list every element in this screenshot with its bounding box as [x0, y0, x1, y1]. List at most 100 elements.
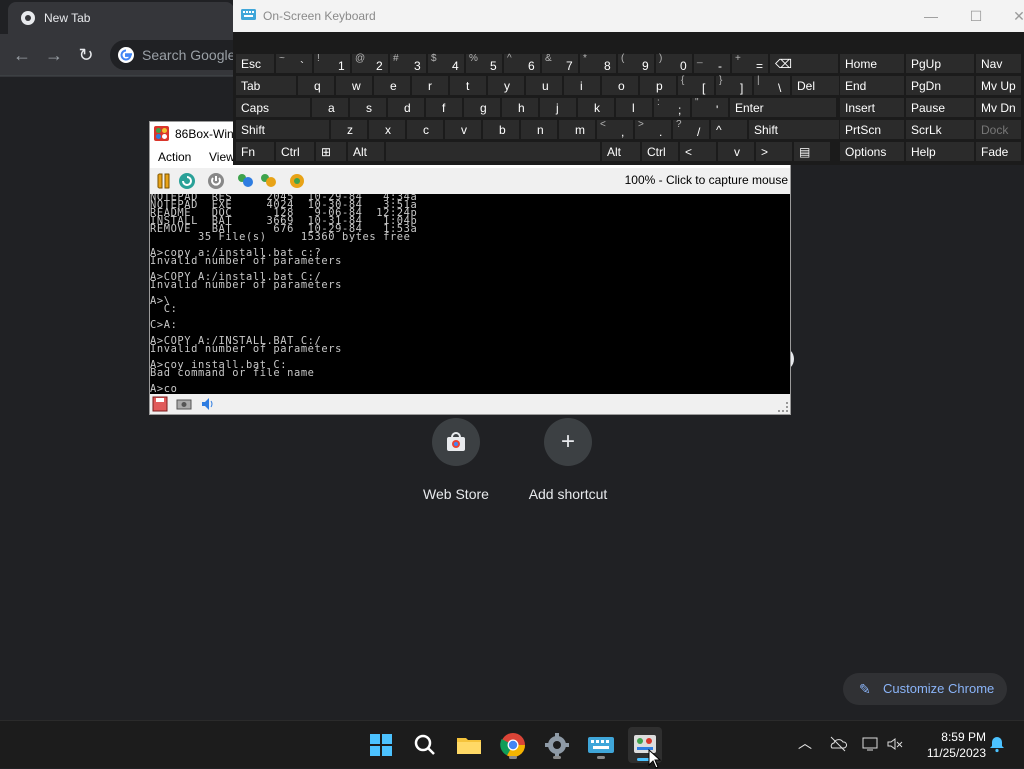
osk-key[interactable]: }]: [715, 75, 753, 96]
osk-key[interactable]: _ -: [693, 53, 731, 74]
settings-gear-icon[interactable]: [288, 172, 306, 190]
osk-nav-key[interactable]: Insert: [839, 97, 905, 118]
osk-key[interactable]: b: [482, 119, 520, 140]
osk-key[interactable]: ^: [710, 119, 748, 140]
tab-new-tab[interactable]: New Tab: [8, 2, 234, 34]
osk-titlebar[interactable]: On-Screen Keyboard — ☐ ✕: [233, 0, 1024, 32]
osk-key[interactable]: [385, 141, 601, 162]
osk-key[interactable]: r: [411, 75, 449, 96]
osk-key[interactable]: ) 0: [655, 53, 693, 74]
osk-key[interactable]: t: [449, 75, 487, 96]
chevron-up-icon[interactable]: ︿: [798, 733, 812, 753]
osk-key[interactable]: Ctrl: [641, 141, 679, 162]
osk-nav-key[interactable]: Help: [905, 141, 975, 162]
osk-nav-key[interactable]: Dock: [975, 119, 1022, 140]
osk-key[interactable]: f: [425, 97, 463, 118]
osk-key[interactable]: Shift: [235, 119, 330, 140]
chrome-taskbar-item[interactable]: [497, 729, 529, 761]
osk-nav-key[interactable]: Fade: [975, 141, 1022, 162]
osk-taskbar-item[interactable]: [585, 729, 617, 761]
osk-key[interactable]: ⌫: [769, 53, 839, 74]
osk-key[interactable]: <,: [596, 119, 634, 140]
osk-key[interactable]: ! 1: [313, 53, 351, 74]
osk-key[interactable]: $4: [427, 53, 465, 74]
osk-key[interactable]: j: [539, 97, 577, 118]
close-icon[interactable]: ✕: [1009, 6, 1024, 26]
osk-key[interactable]: ? /: [672, 119, 710, 140]
osk-key[interactable]: ^ 6: [503, 53, 541, 74]
osk-key[interactable]: @2: [351, 53, 389, 74]
osk-nav-key[interactable]: PgDn: [905, 75, 975, 96]
osk-key[interactable]: g: [463, 97, 501, 118]
osk-nav-key[interactable]: Mv Up: [975, 75, 1022, 96]
osk-key[interactable]: * 8: [579, 53, 617, 74]
osk-key[interactable]: (9: [617, 53, 655, 74]
reload-icon[interactable]: ↻: [74, 43, 98, 67]
osk-key[interactable]: <: [679, 141, 717, 162]
volume-muted-icon[interactable]: [886, 735, 904, 753]
osk-key[interactable]: >.: [634, 119, 672, 140]
osk-key[interactable]: % 5: [465, 53, 503, 74]
osk-key[interactable]: + =: [731, 53, 769, 74]
osk-key[interactable]: & 7: [541, 53, 579, 74]
osk-nav-key[interactable]: Pause: [905, 97, 975, 118]
file-explorer-icon[interactable]: [453, 729, 485, 761]
osk-key[interactable]: Alt: [601, 141, 641, 162]
osk-key[interactable]: y: [487, 75, 525, 96]
emulator-screen[interactable]: NOTEPAD RES 2045 10-29-84 4:34a NOTEPAD …: [150, 194, 790, 394]
floppy-drive-icon[interactable]: [152, 396, 168, 412]
osk-key[interactable]: ⊞: [315, 141, 347, 162]
onedrive-icon[interactable]: [829, 735, 847, 753]
osk-key[interactable]: v: [717, 141, 755, 162]
osk-nav-key[interactable]: PrtScn: [839, 119, 905, 140]
forward-icon[interactable]: →: [42, 43, 66, 67]
power-icon[interactable]: [207, 172, 225, 190]
osk-key[interactable]: k: [577, 97, 615, 118]
osk-key[interactable]: n: [520, 119, 558, 140]
start-icon[interactable]: [365, 729, 397, 761]
osk-key[interactable]: Tab: [235, 75, 297, 96]
customize-chrome-button[interactable]: ✎ Customize Chrome: [843, 673, 1007, 705]
osk-key[interactable]: s: [349, 97, 387, 118]
clock[interactable]: 8:59 PM 11/25/2023: [916, 729, 986, 761]
osk-key[interactable]: Ctrl: [275, 141, 315, 162]
osk-key[interactable]: ~ `: [275, 53, 313, 74]
osk-key[interactable]: e: [373, 75, 411, 96]
osk-key[interactable]: | \: [753, 75, 791, 96]
search-icon[interactable]: [409, 729, 441, 761]
back-icon[interactable]: ←: [10, 43, 34, 67]
osk-key[interactable]: w: [335, 75, 373, 96]
osk-key[interactable]: c: [406, 119, 444, 140]
minimize-icon[interactable]: —: [921, 6, 941, 26]
resize-grip[interactable]: [778, 402, 788, 412]
shortcut-add[interactable]: + Add shortcut: [513, 418, 623, 502]
osk-nav-key[interactable]: Home: [839, 53, 905, 74]
osk-key[interactable]: :;: [653, 97, 691, 118]
osk-key[interactable]: #3: [389, 53, 427, 74]
osk-key[interactable]: Enter: [729, 97, 837, 118]
menu-action[interactable]: Action: [158, 150, 191, 164]
osk-key[interactable]: z: [330, 119, 368, 140]
osk-key[interactable]: a: [311, 97, 349, 118]
osk-nav-key[interactable]: End: [839, 75, 905, 96]
osk-key[interactable]: Alt: [347, 141, 385, 162]
osk-nav-key[interactable]: Mv Dn: [975, 97, 1022, 118]
settings-taskbar-item[interactable]: [541, 729, 573, 761]
ctrl-alt-del-icon[interactable]: [236, 172, 254, 190]
osk-key[interactable]: h: [501, 97, 539, 118]
osk-key[interactable]: Caps: [235, 97, 311, 118]
osk-nav-key[interactable]: PgUp: [905, 53, 975, 74]
osk-key[interactable]: o: [601, 75, 639, 96]
ctrl-alt-esc-icon[interactable]: [259, 172, 277, 190]
osk-key[interactable]: d: [387, 97, 425, 118]
osk-key[interactable]: v: [444, 119, 482, 140]
osk-key[interactable]: u: [525, 75, 563, 96]
osk-key[interactable]: " ': [691, 97, 729, 118]
hard-disk-icon[interactable]: [176, 396, 192, 412]
menu-view[interactable]: View: [209, 150, 235, 164]
sound-icon[interactable]: [200, 396, 216, 412]
osk-key[interactable]: Del: [791, 75, 841, 96]
reset-icon[interactable]: [178, 172, 196, 190]
osk-nav-key[interactable]: ScrLk: [905, 119, 975, 140]
shortcut-web-store[interactable]: Web Store: [401, 418, 511, 502]
